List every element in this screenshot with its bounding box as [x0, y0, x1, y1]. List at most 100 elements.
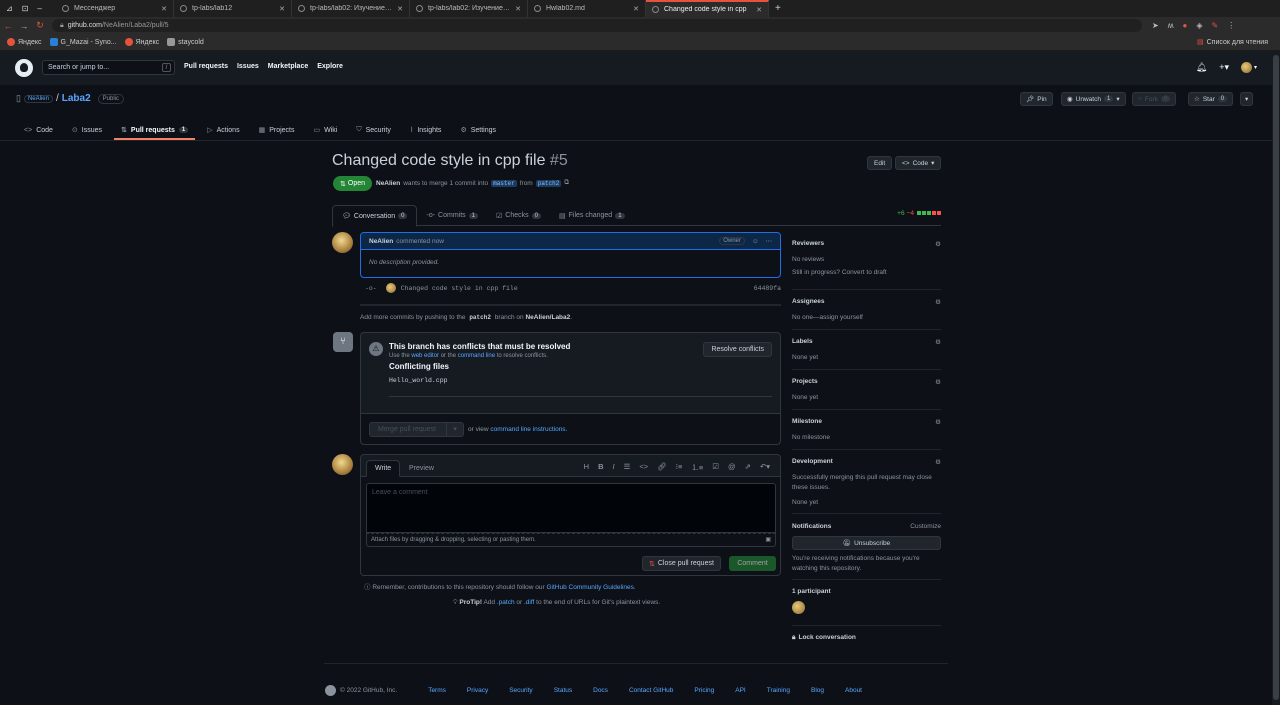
bookmark-synology[interactable]: G_Mazai - Syno...: [49, 38, 117, 46]
edit-title-button[interactable]: Edit: [867, 156, 893, 170]
star-dropdown-button[interactable]: ▾: [1240, 92, 1254, 106]
close-icon[interactable]: ✕: [633, 5, 639, 13]
nav-issues[interactable]: Issues: [237, 63, 259, 70]
close-icon[interactable]: ✕: [279, 5, 285, 13]
emoji-icon[interactable]: ☺: [752, 238, 759, 245]
github-logo-icon[interactable]: [325, 685, 336, 696]
tab-preview[interactable]: Preview: [401, 460, 442, 477]
gear-icon[interactable]: ⚙: [935, 240, 941, 248]
head-branch[interactable]: patch2: [535, 179, 562, 187]
customize-link[interactable]: Customize: [910, 523, 941, 530]
back-icon[interactable]: ←: [0, 21, 16, 31]
commit-sha[interactable]: 64489fa: [754, 285, 781, 292]
tab-settings[interactable]: ⚙ Settings: [460, 121, 496, 139]
heading-icon[interactable]: H: [584, 462, 589, 473]
pin-icon[interactable]: ⊡: [22, 4, 29, 13]
browser-tab[interactable]: Мессенджер ✕: [56, 0, 174, 17]
tab-projects[interactable]: ▦ Projects: [259, 121, 295, 139]
vpn-icon[interactable]: ◈: [1196, 21, 1202, 30]
gear-icon[interactable]: ⚙: [935, 298, 941, 306]
browser-tab[interactable]: Changed code style in cpp ✕: [646, 0, 769, 17]
footer-link[interactable]: Security: [509, 687, 532, 694]
comment-submit-button[interactable]: Comment: [729, 556, 776, 571]
footer-link[interactable]: Contact GitHub: [629, 687, 673, 694]
more-icon[interactable]: ⋮: [1227, 21, 1235, 30]
tab-code[interactable]: <> Code: [24, 121, 53, 139]
code-button[interactable]: <> Code ▾: [895, 156, 942, 170]
gear-icon[interactable]: ⚙: [935, 378, 941, 386]
lock-conversation[interactable]: 🔒︎ Lock conversation: [792, 634, 941, 642]
repo-owner-link[interactable]: NeAlien: [23, 94, 53, 103]
user-menu[interactable]: ▾: [1240, 62, 1257, 73]
tab-conversation[interactable]: 💬︎ Conversation 0: [332, 205, 418, 227]
tab-write[interactable]: Write: [366, 460, 401, 477]
tab-pull-requests[interactable]: ⇅ Pull requests 1: [114, 121, 196, 140]
patch-link[interactable]: .patch: [497, 599, 515, 606]
comment-author[interactable]: NeAlien: [369, 238, 393, 245]
tab-commits[interactable]: -o- Commits 1: [417, 205, 487, 226]
footer-link[interactable]: API: [735, 687, 745, 694]
fork-button[interactable]: ⑂ Fork 0: [1132, 92, 1177, 106]
close-icon[interactable]: ✕: [397, 5, 403, 13]
tab-checks[interactable]: ☑ Checks 0: [487, 205, 550, 226]
commit-message[interactable]: Changed code style in cpp file: [401, 285, 518, 292]
footer-link[interactable]: Docs: [593, 687, 608, 694]
repo-name-link[interactable]: Laba2: [62, 93, 91, 104]
extension-icon[interactable]: ●: [1182, 21, 1187, 30]
command-line-instructions-link[interactable]: command line instructions.: [490, 426, 567, 433]
github-logo-icon[interactable]: [15, 59, 33, 77]
kebab-menu-icon[interactable]: ⋯: [766, 237, 773, 245]
convert-to-draft[interactable]: Still in progress? Convert to draft: [792, 268, 941, 278]
vk-icon[interactable]: ʍ: [1168, 21, 1174, 30]
browser-tab[interactable]: tp-labs/lab12 ✕: [174, 0, 292, 17]
unsubscribe-button[interactable]: 🔕︎ Unsubscribe: [792, 536, 941, 550]
scrollbar[interactable]: [1272, 51, 1280, 705]
copy-icon[interactable]: ⧉: [564, 179, 569, 187]
merge-pull-request-button[interactable]: Merge pull request ▾: [369, 422, 464, 437]
browser-tab[interactable]: Hwlab02.md ✕: [528, 0, 646, 17]
reply-icon[interactable]: ↶▾: [760, 462, 770, 473]
footer-link[interactable]: Pricing: [694, 687, 714, 694]
diff-link[interactable]: .diff: [524, 599, 534, 606]
pen-icon[interactable]: ✎: [1211, 21, 1218, 30]
nav-pull-requests[interactable]: Pull requests: [184, 63, 228, 70]
tab-security[interactable]: ⛉ Security: [356, 121, 391, 139]
tab-files-changed[interactable]: ▤ Files changed 1: [550, 205, 634, 226]
tab-issues[interactable]: ⊙ Issues: [72, 121, 102, 139]
numbered-list-icon[interactable]: ⒈≡: [691, 462, 703, 473]
pr-author[interactable]: NeAlien: [376, 180, 400, 187]
search-input[interactable]: Search or jump to... /: [42, 60, 175, 75]
menu-icon[interactable]: ⊿: [6, 4, 13, 13]
forward-icon[interactable]: →: [16, 21, 32, 31]
command-line-link[interactable]: command line: [458, 353, 495, 359]
quote-icon[interactable]: ☰: [624, 462, 631, 473]
footer-link[interactable]: Terms: [428, 687, 446, 694]
scrollbar-thumb[interactable]: [1273, 55, 1279, 700]
close-icon[interactable]: ✕: [756, 6, 762, 14]
italic-icon[interactable]: I: [613, 462, 615, 473]
attach-files-area[interactable]: Attach files by dragging & dropping, sel…: [366, 533, 776, 547]
mention-icon[interactable]: @: [728, 462, 736, 473]
code-icon[interactable]: <>: [639, 462, 648, 473]
close-pull-request-button[interactable]: ⇅ Close pull request: [642, 556, 721, 571]
tab-insights[interactable]: ⌇ Insights: [410, 121, 442, 139]
tab-wiki[interactable]: ▭ Wiki: [314, 121, 338, 139]
assign-yourself[interactable]: No one—assign yourself: [792, 313, 941, 323]
footer-link[interactable]: About: [845, 687, 862, 694]
nav-marketplace[interactable]: Marketplace: [268, 63, 308, 70]
minimize-icon[interactable]: –: [37, 4, 41, 13]
browser-tab[interactable]: tp-labs/lab02: Изучение си ✕: [292, 0, 410, 17]
close-icon[interactable]: ✕: [161, 5, 167, 13]
footer-link[interactable]: Status: [554, 687, 572, 694]
star-button[interactable]: ☆ Star 0: [1188, 92, 1234, 106]
bulleted-list-icon[interactable]: ⁝≡: [676, 462, 683, 473]
resolve-conflicts-button[interactable]: Resolve conflicts: [703, 342, 772, 357]
avatar[interactable]: [792, 601, 805, 614]
reading-list[interactable]: ▤ Список для чтения: [1197, 38, 1268, 47]
chevron-down-icon[interactable]: ▾: [446, 423, 463, 436]
gear-icon[interactable]: ⚙: [935, 338, 941, 346]
gear-icon[interactable]: ⚙: [935, 418, 941, 426]
bookmark-yandex-2[interactable]: Яндекс: [124, 38, 159, 46]
nav-explore[interactable]: Explore: [317, 63, 343, 70]
new-tab-button[interactable]: +: [775, 3, 781, 14]
